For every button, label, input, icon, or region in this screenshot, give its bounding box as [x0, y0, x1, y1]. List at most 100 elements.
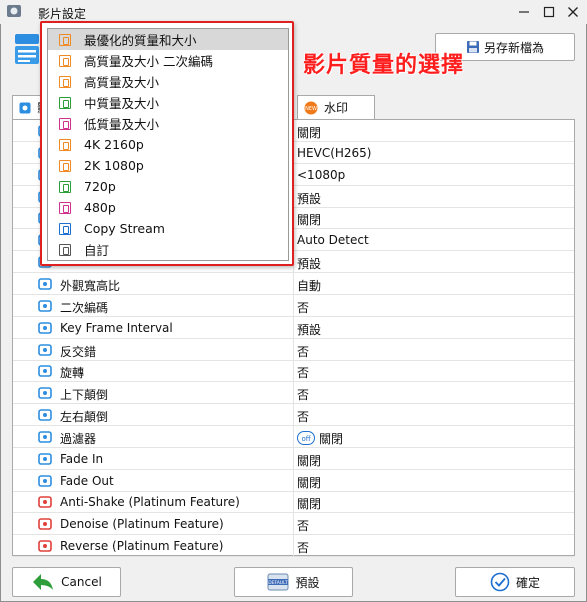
denoise-icon: [38, 518, 52, 531]
table-row[interactable]: Fade In 關閉: [13, 447, 574, 470]
quality-option-icon: [59, 96, 71, 109]
row-value[interactable]: 自動: [297, 277, 321, 294]
minimize-button[interactable]: [512, 2, 536, 22]
row-value[interactable]: 關閉: [297, 452, 321, 469]
row-value[interactable]: HEVC(H265): [297, 146, 371, 160]
row-value[interactable]: 關閉: [297, 124, 321, 141]
column-divider: [293, 272, 294, 294]
quality-option-icon: [59, 54, 71, 67]
row-value[interactable]: 預設: [297, 321, 321, 338]
quality-option-label: 高質量及大小 二次編碼: [84, 54, 213, 69]
table-row[interactable]: Denoise (Platinum Feature) 否: [13, 513, 574, 536]
column-divider: [293, 382, 294, 404]
quality-option-label: 最優化的質量和大小: [84, 33, 197, 48]
table-row[interactable]: Reverse (Platinum Feature) 否: [13, 535, 574, 558]
preset-label: 預設: [295, 575, 320, 590]
row-label: Anti-Shake (Platinum Feature): [60, 495, 240, 510]
quality-option-icon: [59, 201, 71, 214]
quality-option[interactable]: 高質量及大小: [48, 71, 288, 92]
row-value-text: 關閉: [297, 475, 322, 490]
off-badge-text: off: [301, 435, 310, 443]
row-value[interactable]: 否: [297, 517, 309, 534]
row-value[interactable]: 否: [297, 364, 309, 381]
ok-button[interactable]: 確定: [455, 567, 575, 597]
row-value[interactable]: Auto Detect: [297, 233, 369, 247]
off-badge-icon: off: [297, 431, 315, 446]
row-value[interactable]: 否: [297, 343, 309, 360]
save-icon: [466, 41, 479, 53]
app-icon: [7, 5, 21, 17]
two-pass-icon: [38, 299, 52, 312]
row-label: 過濾器: [60, 431, 97, 446]
cancel-button[interactable]: Cancel: [12, 567, 121, 597]
quality-option-label: 4K 2160p: [84, 137, 144, 152]
row-value-text: 關閉: [297, 213, 322, 228]
table-row[interactable]: 左右顛倒 否: [13, 404, 574, 427]
row-label: 外觀寬高比: [60, 278, 121, 293]
fade-out-icon: [38, 474, 52, 487]
quality-option-label: Copy Stream: [84, 221, 165, 236]
aspect-ratio-icon: [38, 278, 52, 290]
table-row[interactable]: 上下顛倒 否: [13, 382, 574, 405]
quality-option[interactable]: 2K 1080p: [48, 155, 288, 176]
row-label: Reverse (Platinum Feature): [60, 539, 224, 554]
quality-option-label: 高質量及大小: [84, 75, 160, 90]
flip-vertical-icon: [38, 387, 52, 399]
close-icon: [568, 7, 578, 17]
quality-option[interactable]: 4K 2160p: [48, 134, 288, 155]
quality-option-icon: [59, 75, 71, 88]
close-button[interactable]: [561, 2, 585, 22]
column-divider: [293, 338, 294, 360]
quality-option[interactable]: 480p: [48, 197, 288, 218]
row-value-text: 自動: [297, 278, 322, 293]
row-value[interactable]: 預設: [297, 190, 321, 207]
tab-watermark[interactable]: NEW 水印: [297, 95, 375, 119]
row-value-text: HEVC(H265): [297, 145, 372, 160]
row-value[interactable]: <1080p: [297, 168, 345, 182]
row-value-text: 關閉: [297, 497, 322, 512]
row-value[interactable]: 否: [297, 408, 309, 425]
row-value[interactable]: 關閉: [297, 495, 321, 512]
row-value[interactable]: 關閉: [297, 211, 321, 228]
row-value-text: 關閉: [319, 431, 344, 446]
row-label: 二次編碼: [60, 300, 109, 315]
table-row[interactable]: 過濾器 off 關閉: [13, 425, 574, 448]
row-label: 左右顛倒: [60, 410, 109, 425]
table-row[interactable]: 旋轉 否: [13, 360, 574, 383]
rotate-icon: [38, 365, 52, 378]
table-row[interactable]: 二次編碼 否: [13, 294, 574, 317]
row-value-text: 預設: [297, 191, 322, 206]
row-value[interactable]: 否: [297, 299, 309, 316]
row-value[interactable]: off 關閉: [297, 430, 343, 447]
table-row[interactable]: Fade Out 關閉: [13, 469, 574, 492]
quality-option[interactable]: 720p: [48, 176, 288, 197]
table-row[interactable]: Anti-Shake (Platinum Feature) 關閉: [13, 491, 574, 514]
quality-option[interactable]: 自訂: [48, 239, 288, 260]
quality-option-icon: [59, 243, 71, 256]
keyframe-icon: [38, 321, 52, 334]
row-label: Fade Out: [60, 473, 114, 488]
preset-button[interactable]: DEFAULT 預設: [234, 567, 353, 597]
window-title: 影片設定: [38, 7, 87, 21]
cancel-label: Cancel: [61, 575, 102, 589]
column-divider: [293, 491, 294, 513]
table-row[interactable]: Key Frame Interval 預設: [13, 316, 574, 339]
quality-option-icon: [59, 180, 71, 193]
tab-watermark-label: 水印: [324, 101, 349, 115]
quality-option-label: 中質量及大小: [84, 96, 160, 111]
quality-option[interactable]: 低質量及大小: [48, 113, 288, 134]
row-value[interactable]: 否: [297, 386, 309, 403]
quality-option[interactable]: 中質量及大小: [48, 92, 288, 113]
table-row[interactable]: 反交錯 否: [13, 338, 574, 361]
maximize-button[interactable]: [537, 2, 561, 22]
svg-text:DEFAULT: DEFAULT: [269, 580, 289, 586]
row-value-text: 關閉: [297, 453, 322, 468]
quality-option[interactable]: 最優化的質量和大小: [48, 29, 288, 50]
quality-option[interactable]: 高質量及大小 二次編碼: [48, 50, 288, 71]
row-value[interactable]: 關閉: [297, 474, 321, 491]
row-value[interactable]: 否: [297, 539, 309, 556]
anti-shake-icon: [38, 496, 52, 509]
table-row[interactable]: 外觀寬高比 自動: [13, 272, 574, 295]
row-value[interactable]: 預設: [297, 255, 321, 272]
quality-option[interactable]: Copy Stream: [48, 218, 288, 239]
